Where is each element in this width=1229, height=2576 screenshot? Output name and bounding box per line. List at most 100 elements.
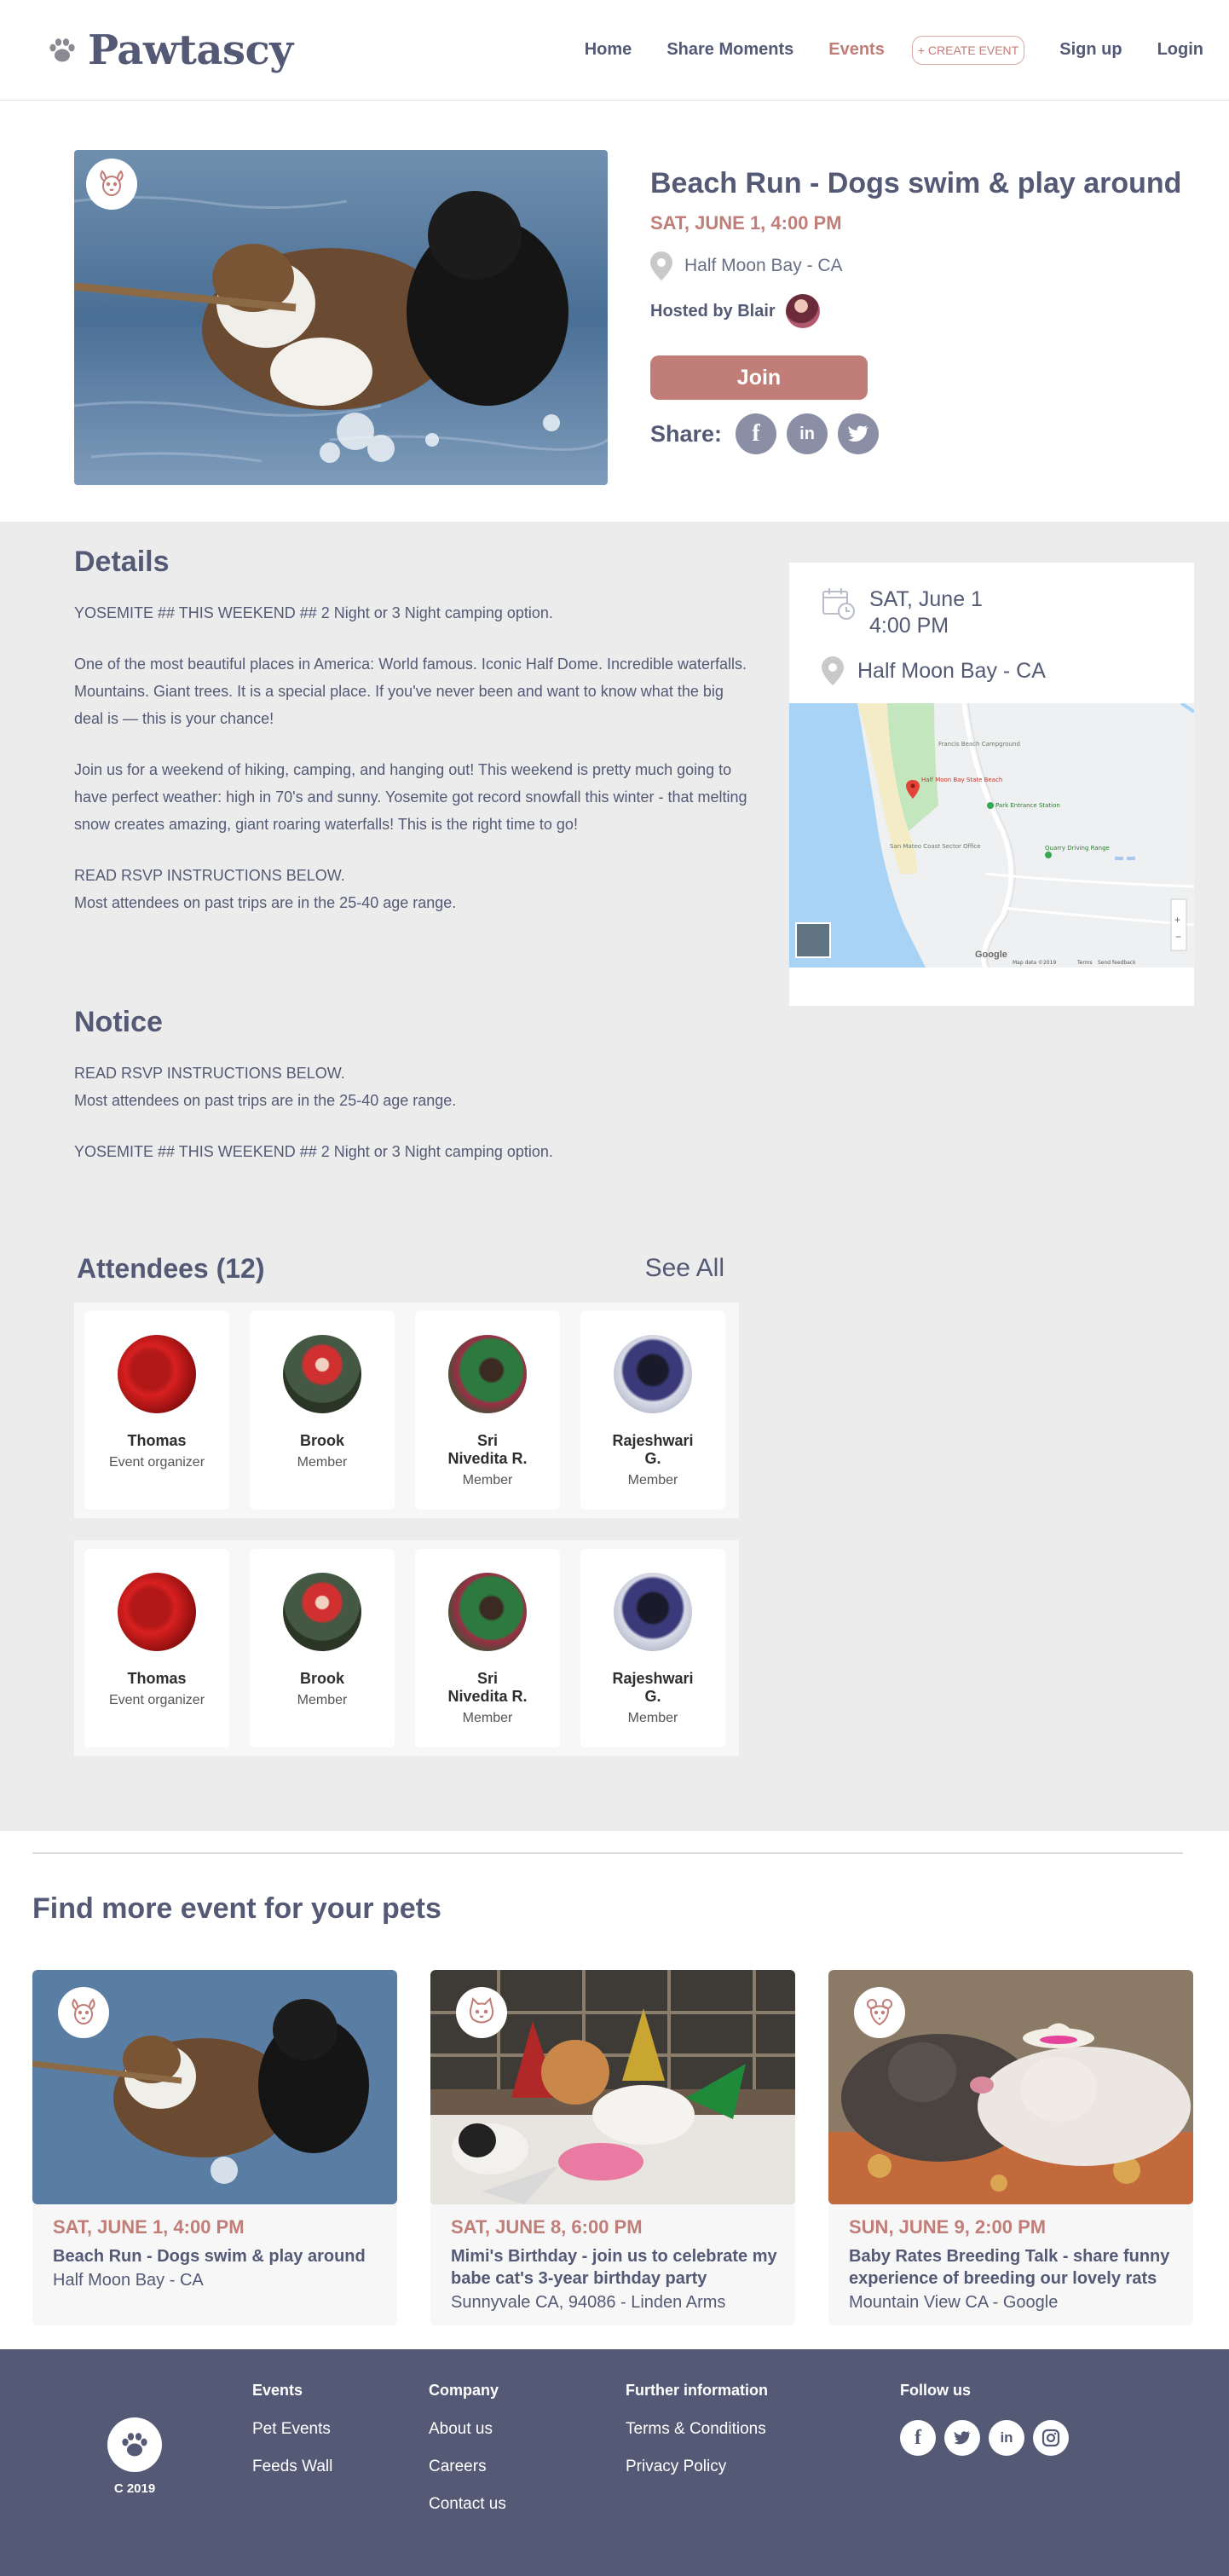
create-event-button[interactable]: + CREATE EVENT <box>911 35 1025 65</box>
details-paragraph: Join us for a weekend of hiking, camping… <box>74 761 747 833</box>
share-bar: Share: f in <box>650 413 1181 454</box>
attendee-card[interactable]: Brook Member <box>250 1549 395 1747</box>
footer-link-pet-events[interactable]: Pet Events <box>252 2420 332 2439</box>
notice-title: Notice <box>74 1006 163 1038</box>
logo[interactable]: Pawtascy <box>47 26 293 74</box>
footer-link-contact[interactable]: Contact us <box>429 2495 506 2514</box>
attendee-role: Member <box>627 1473 678 1487</box>
event-card-location: Mountain View CA - Google <box>849 2293 1059 2312</box>
attendees-section: Attendees (12) See All Thomas Event orga… <box>74 1245 739 1756</box>
map-label: Quarry Driving Range <box>1045 845 1110 852</box>
join-button[interactable]: Join <box>650 355 868 400</box>
content-band: Details YOSEMITE ## THIS WEEKEND ## 2 Ni… <box>0 522 1229 1831</box>
attendee-card[interactable]: Brook Member <box>250 1311 395 1510</box>
summary-location: Half Moon Bay - CA <box>789 639 1194 685</box>
details-paragraph: YOSEMITE ## THIS WEEKEND ## 2 Night or 3… <box>74 604 553 621</box>
map-feedback-link[interactable]: Send feedback <box>1098 960 1136 966</box>
nav-signup[interactable]: Sign up <box>1059 40 1122 60</box>
details-paragraph: READ RSVP INSTRUCTIONS BELOW. Most atten… <box>74 867 457 911</box>
attendee-name: Brook <box>299 1670 344 1687</box>
logo-text: Pawtascy <box>88 26 293 74</box>
linkedin-icon[interactable]: in <box>989 2420 1024 2456</box>
facebook-icon[interactable]: f <box>736 413 777 454</box>
avatar <box>448 1335 527 1413</box>
footer-link-about[interactable]: About us <box>429 2420 506 2439</box>
event-card-image <box>430 1970 795 2204</box>
dog-icon <box>100 170 124 196</box>
paw-icon <box>49 38 75 61</box>
attendee-card[interactable]: Thomas Event organizer <box>84 1311 229 1510</box>
see-all-link[interactable]: See All <box>645 1254 724 1283</box>
map-zoom-out[interactable]: − <box>1175 931 1181 943</box>
instagram-icon[interactable] <box>1033 2420 1069 2456</box>
linkedin-icon[interactable]: in <box>787 413 828 454</box>
event-summary-card: SAT, June 1 4:00 PM Half Moon Bay - CA F… <box>789 563 1194 1006</box>
cat-badge <box>456 1987 507 2038</box>
event-hero: Beach Run - Dogs swim & play around SAT,… <box>0 101 1229 522</box>
attendee-name: Rajeshwari G. <box>612 1670 694 1705</box>
event-card[interactable]: SAT, JUNE 8, 6:00 PM Mimi's Birthday - j… <box>430 1970 795 2325</box>
twitter-icon[interactable] <box>944 2420 980 2456</box>
footer-link-careers[interactable]: Careers <box>429 2458 506 2476</box>
avatar <box>448 1573 527 1651</box>
event-card-location: Half Moon Bay - CA <box>53 2271 204 2290</box>
rat-badge <box>854 1987 905 2038</box>
dog-badge <box>86 159 137 210</box>
attendee-role: Member <box>462 1473 513 1487</box>
map-label: Park Entrance Station <box>995 802 1060 809</box>
attendee-name: Sri Nivedita R. <box>447 1432 528 1467</box>
event-card-location: Sunnyvale CA, 94086 - Linden Arms <box>451 2293 726 2312</box>
attendee-name: Thomas <box>127 1670 187 1687</box>
event-card[interactable]: SUN, JUNE 9, 2:00 PM Baby Rates Breeding… <box>828 1970 1193 2325</box>
details-paragraph: One of the most beautiful places in Amer… <box>74 656 747 727</box>
attendee-role: Member <box>297 1693 348 1707</box>
event-card[interactable]: SAT, JUNE 1, 4:00 PM Beach Run - Dogs sw… <box>32 1970 397 2325</box>
cat-icon <box>469 1997 494 2024</box>
paw-icon <box>122 2433 147 2457</box>
attendee-role: Member <box>627 1711 678 1725</box>
map-zoom-in[interactable]: + <box>1174 914 1180 926</box>
host-avatar[interactable] <box>785 294 820 328</box>
avatar <box>614 1335 692 1413</box>
attendee-name: Sri Nivedita R. <box>447 1670 528 1705</box>
footer-link-terms[interactable]: Terms & Conditions <box>626 2420 768 2439</box>
nav-home[interactable]: Home <box>585 40 632 60</box>
footer-logo[interactable] <box>107 2417 162 2472</box>
dogs-water-image <box>74 150 608 485</box>
nav-share-moments[interactable]: Share Moments <box>666 40 793 60</box>
footer-events-column: Events Pet Events Feeds Wall <box>252 2382 332 2495</box>
event-card-title: Baby Rates Breeding Talk - share funny e… <box>849 2247 1170 2288</box>
share-label: Share: <box>650 420 723 447</box>
nav-login[interactable]: Login <box>1157 40 1203 60</box>
attendee-role: Event organizer <box>108 1693 205 1707</box>
facebook-icon[interactable]: f <box>900 2420 936 2456</box>
event-info: Beach Run - Dogs swim & play around SAT,… <box>650 150 1181 522</box>
host-info: Hosted by Blair <box>650 294 1181 328</box>
attendee-card[interactable]: Sri Nivedita R. Member <box>415 1549 560 1747</box>
attendee-name: Brook <box>299 1432 344 1449</box>
attendee-name: Thomas <box>127 1432 187 1449</box>
social-links: f in <box>900 2420 1069 2456</box>
twitter-icon[interactable] <box>838 413 880 454</box>
map-terms-link[interactable]: Terms <box>1076 960 1093 966</box>
footer-link-privacy[interactable]: Privacy Policy <box>626 2458 768 2476</box>
avatar <box>118 1335 196 1413</box>
attendees-row: Thomas Event organizer Brook Member Sri … <box>74 1540 739 1756</box>
footer-link-feeds-wall[interactable]: Feeds Wall <box>252 2458 332 2476</box>
dog-badge <box>58 1987 109 2038</box>
attendee-card[interactable]: Rajeshwari G. Member <box>580 1311 725 1510</box>
attendee-card[interactable]: Thomas Event organizer <box>84 1549 229 1747</box>
event-location: Half Moon Bay - CA <box>650 251 1181 280</box>
attendee-card[interactable]: Sri Nivedita R. Member <box>415 1311 560 1510</box>
attendee-name: Rajeshwari G. <box>612 1432 694 1467</box>
map-label: Half Moon Bay State Beach <box>921 777 1002 783</box>
attendee-role: Member <box>297 1455 348 1470</box>
summary-location-text: Half Moon Bay - CA <box>857 658 1046 683</box>
location-map[interactable]: Francis Beach Campground Half Moon Bay S… <box>789 703 1194 967</box>
notice-paragraph: READ RSVP INSTRUCTIONS BELOW. Most atten… <box>74 1065 457 1109</box>
attendee-card[interactable]: Rajeshwari G. Member <box>580 1549 725 1747</box>
event-card-title: Beach Run - Dogs swim & play around <box>53 2247 366 2266</box>
summary-time: 4:00 PM <box>869 614 949 638</box>
nav-events[interactable]: Events <box>828 40 885 60</box>
map-google-logo: Google <box>975 950 1007 960</box>
